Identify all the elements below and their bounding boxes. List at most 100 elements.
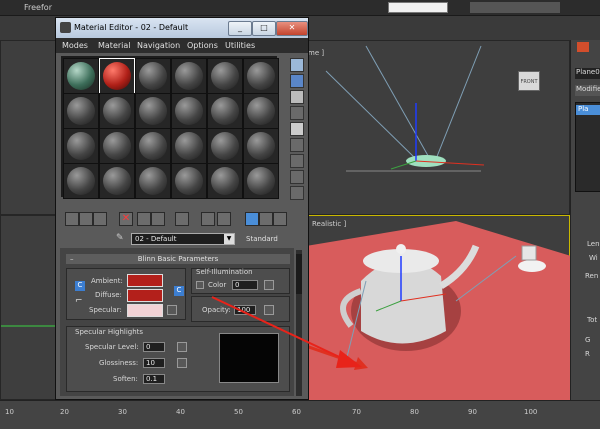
viewport-left-top[interactable] [0, 40, 56, 215]
sample-slot[interactable] [171, 128, 207, 164]
ambient-swatch[interactable] [127, 274, 163, 287]
time-ruler[interactable]: 10 20 30 40 50 60 70 80 90 100 [0, 400, 600, 429]
specular-level-input[interactable]: 0 [143, 342, 165, 352]
specular-swatch[interactable] [127, 304, 163, 317]
show-end-result-icon[interactable] [217, 212, 231, 226]
ambient-label: Ambient: [91, 277, 123, 285]
soften-input[interactable]: 0.1 [143, 374, 165, 384]
sample-slot[interactable] [63, 93, 99, 129]
collapse-icon[interactable]: – [70, 254, 74, 264]
material-sphere [175, 97, 203, 125]
scrollbar-thumb[interactable] [296, 254, 302, 294]
minimize-button[interactable]: _ [228, 21, 252, 36]
render-label: Ren [585, 272, 599, 280]
put-to-scene-icon[interactable] [79, 212, 93, 226]
self-illum-input[interactable]: 0 [232, 280, 258, 290]
ruler-tick: 40 [176, 408, 185, 416]
blinn-rollout-header[interactable]: – Blinn Basic Parameters [66, 254, 290, 264]
material-sphere [247, 97, 275, 125]
sample-slot[interactable] [207, 93, 243, 129]
color-checkbox[interactable] [196, 281, 204, 289]
close-button[interactable]: ✕ [276, 21, 308, 36]
make-preview-icon[interactable] [290, 138, 304, 152]
app-icon [60, 22, 71, 33]
viewport-left-bottom[interactable] [0, 215, 56, 400]
video-color-check-icon[interactable] [290, 122, 304, 136]
sample-slot[interactable] [63, 163, 99, 199]
material-id-icon[interactable] [175, 212, 189, 226]
specular-map-button[interactable] [167, 305, 177, 315]
sample-slot[interactable] [63, 128, 99, 164]
modifier-stack[interactable]: Pla [575, 102, 600, 192]
generate-label: G [585, 336, 591, 344]
sample-slot[interactable] [243, 58, 279, 94]
sample-slot[interactable] [207, 128, 243, 164]
options-icon[interactable] [290, 154, 304, 168]
sample-slot[interactable] [135, 58, 171, 94]
make-unique-icon[interactable] [137, 212, 151, 226]
sample-slot[interactable] [99, 163, 135, 199]
sample-slot-1[interactable] [63, 58, 99, 94]
object-name-field[interactable]: Plane0 [575, 68, 600, 79]
stack-item-plane[interactable]: Pla [576, 105, 600, 115]
sample-slot[interactable] [135, 163, 171, 199]
material-name-field[interactable]: 02 - Default ▼ [131, 233, 235, 245]
go-forward-sibling-icon[interactable] [259, 212, 273, 226]
lock-ambient-diffuse-button[interactable]: C [75, 281, 85, 291]
viewport-perspective[interactable]: Realistic ] [305, 215, 571, 401]
material-sphere [139, 132, 167, 160]
title-bar[interactable]: Material Editor - 02 - Default _ □ ✕ [56, 18, 308, 38]
sample-slot[interactable] [171, 93, 207, 129]
scrollbar[interactable] [296, 250, 302, 396]
viewport-top-scene [325, 45, 485, 172]
put-to-library-icon[interactable] [151, 212, 165, 226]
selection-set-field[interactable] [388, 2, 448, 13]
eyedropper-icon[interactable]: ✎ [116, 233, 124, 243]
menu-modes[interactable]: Modes [62, 41, 88, 50]
menu-navigation[interactable]: Navigation [137, 41, 180, 50]
reset-map-icon[interactable]: ✕ [119, 212, 133, 226]
select-by-material-icon[interactable] [290, 170, 304, 184]
sample-slot[interactable] [99, 128, 135, 164]
modifier-list[interactable]: Modifie [575, 85, 600, 96]
uv-tiling-icon[interactable] [290, 106, 304, 120]
sample-slot[interactable] [243, 163, 279, 199]
backlight-icon[interactable] [290, 74, 304, 88]
maximize-button[interactable]: □ [252, 21, 276, 36]
freeform-tab[interactable]: Freefor [24, 3, 52, 12]
show-map-icon[interactable] [201, 212, 215, 226]
create-tab-icon[interactable] [577, 42, 589, 52]
chevron-down-icon[interactable]: ▼ [224, 234, 234, 244]
menu-material[interactable]: Material [98, 41, 131, 50]
sample-slot[interactable] [243, 128, 279, 164]
sample-slot[interactable] [243, 93, 279, 129]
glossiness-map-button[interactable] [177, 358, 187, 368]
sample-slot-2[interactable] [99, 58, 135, 94]
sample-slot[interactable] [99, 93, 135, 129]
diffuse-map-lock-button[interactable]: C [174, 286, 184, 296]
viewport-top[interactable]: me ] FRONT [305, 40, 570, 215]
material-type-button[interactable]: Standard [246, 235, 278, 243]
specular-level-map-button[interactable] [177, 342, 187, 352]
assign-to-selection-icon[interactable] [93, 212, 107, 226]
sample-slot[interactable] [207, 58, 243, 94]
material-navigator-icon[interactable] [290, 186, 304, 200]
opacity-input[interactable]: 100 [234, 305, 256, 315]
viewcube[interactable]: FRONT [518, 71, 540, 91]
menu-options[interactable]: Options [187, 41, 218, 50]
sample-slot[interactable] [171, 163, 207, 199]
glossiness-input[interactable]: 10 [143, 358, 165, 368]
sample-slot[interactable] [135, 128, 171, 164]
diffuse-swatch[interactable] [127, 289, 163, 302]
get-material-icon[interactable] [65, 212, 79, 226]
go-to-parent-icon[interactable] [245, 212, 259, 226]
sample-type-icon[interactable] [290, 58, 304, 72]
sample-slot[interactable] [171, 58, 207, 94]
pick-material-icon[interactable] [273, 212, 287, 226]
self-illum-map-button[interactable] [264, 280, 274, 290]
sample-slot[interactable] [135, 93, 171, 129]
opacity-map-button[interactable] [264, 305, 274, 315]
sample-slot[interactable] [207, 163, 243, 199]
menu-utilities[interactable]: Utilities [225, 41, 255, 50]
background-icon[interactable] [290, 90, 304, 104]
